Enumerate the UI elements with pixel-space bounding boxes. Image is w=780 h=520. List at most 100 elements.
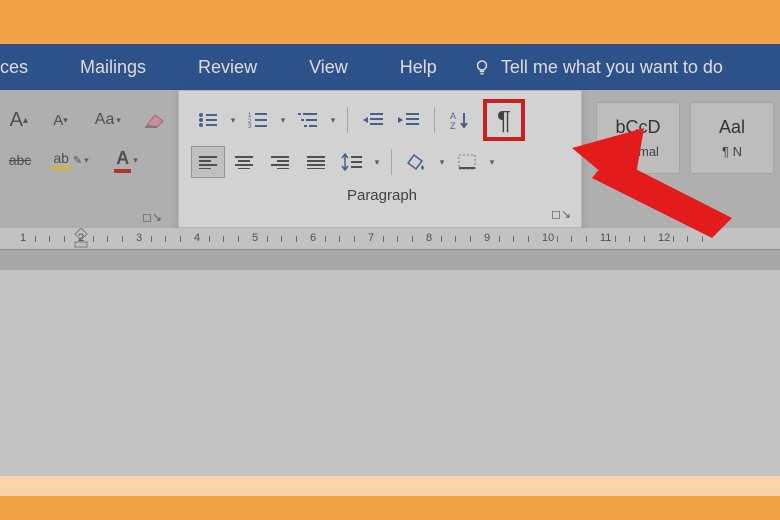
ruler-tick [49, 236, 50, 242]
borders-icon [458, 154, 476, 170]
line-spacing-dropdown[interactable]: ▾ [371, 157, 383, 168]
ribbon-tabs-bar: ces Mailings Review View Help Tell me wh… [0, 44, 780, 90]
justify-button[interactable] [299, 146, 333, 178]
paragraph-group-launcher[interactable]: ◻↘ [551, 207, 571, 221]
style-sample: Aal [719, 117, 745, 138]
numbering-button[interactable]: 123 [241, 104, 275, 136]
ruler-tick [223, 236, 224, 242]
line-spacing-icon [341, 153, 363, 171]
ruler-tick [687, 236, 688, 242]
ruler-number: 4 [194, 232, 200, 244]
multilevel-dropdown[interactable]: ▾ [327, 115, 339, 126]
ruler-tick [238, 236, 239, 242]
ruler-tick [281, 236, 282, 242]
decrease-indent-icon [362, 112, 384, 128]
ruler-tick [629, 236, 630, 242]
ruler-tick [325, 236, 326, 242]
ruler-tick [513, 236, 514, 242]
ruler-tick [455, 236, 456, 242]
highlight-button[interactable]: ab✎▾ [46, 144, 94, 176]
justify-icon [307, 155, 325, 169]
tell-me-search[interactable]: Tell me what you want to do [463, 57, 723, 78]
grow-font-button[interactable]: A▴ [2, 104, 36, 136]
separator [434, 107, 435, 133]
ruler-number: 6 [310, 232, 316, 244]
svg-text:A: A [450, 111, 456, 121]
style-sample: bCcD [615, 117, 660, 138]
ruler-number: 12 [658, 232, 670, 244]
font-group-launcher[interactable]: ◻↘ [0, 210, 172, 224]
shading-icon [406, 153, 428, 171]
align-left-button[interactable] [191, 146, 225, 178]
ruler-tick [296, 236, 297, 242]
lightbulb-icon [473, 58, 491, 76]
tab-help[interactable]: Help [374, 44, 463, 90]
ruler-tick [615, 236, 616, 242]
ruler-tick [557, 236, 558, 242]
sort-icon: AZ [449, 110, 471, 130]
tell-me-label: Tell me what you want to do [501, 57, 723, 78]
svg-text:Z: Z [450, 121, 456, 130]
align-left-icon [199, 155, 217, 169]
document-area[interactable] [0, 270, 780, 496]
style-name: ¶ N [722, 144, 742, 159]
align-center-button[interactable] [227, 146, 261, 178]
ruler-tick [64, 236, 65, 242]
ruler-tick [470, 236, 471, 242]
shrink-font-button[interactable]: A▾ [44, 104, 78, 136]
word-app-window: ces Mailings Review View Help Tell me wh… [0, 44, 780, 476]
ruler-tick [644, 236, 645, 242]
borders-dropdown[interactable]: ▾ [486, 157, 498, 168]
ruler-number: 10 [542, 232, 554, 244]
change-case-button[interactable]: Aa▾ [85, 104, 130, 136]
ruler-tick [673, 236, 674, 242]
shading-dropdown[interactable]: ▾ [436, 157, 448, 168]
tab-review[interactable]: Review [172, 44, 283, 90]
borders-button[interactable] [450, 146, 484, 178]
separator [347, 107, 348, 133]
ruler-tick [339, 236, 340, 242]
ruler-tick [180, 236, 181, 242]
tab-references-partial[interactable]: ces [0, 44, 54, 90]
shading-button[interactable] [400, 146, 434, 178]
ruler-number: 11 [600, 232, 611, 244]
pilcrow-icon: ¶ [497, 105, 511, 136]
ruler-tick [412, 236, 413, 242]
ruler-tick [267, 236, 268, 242]
sort-button[interactable]: AZ [443, 104, 477, 136]
ruler-tick [165, 236, 166, 242]
ruler-number: 8 [426, 232, 432, 244]
multilevel-icon [298, 112, 318, 128]
style-no-spacing[interactable]: Aal ¶ N [690, 102, 774, 174]
align-center-icon [235, 155, 253, 169]
ruler-tick [441, 236, 442, 242]
align-right-button[interactable] [263, 146, 297, 178]
tab-view[interactable]: View [283, 44, 374, 90]
strikethrough-button[interactable]: abc [2, 144, 38, 176]
paragraph-group: ▾ 123 ▾ ▾ AZ [178, 90, 582, 228]
svg-text:3: 3 [248, 124, 252, 128]
ruler-tick [93, 236, 94, 242]
bullets-icon [198, 112, 218, 128]
ruler-number: 1 [20, 232, 26, 244]
multilevel-list-button[interactable] [291, 104, 325, 136]
styles-group: bCcD Normal Aal ¶ N [582, 90, 780, 228]
increase-indent-button[interactable] [392, 104, 426, 136]
ruler-tick [571, 236, 572, 242]
clear-formatting-button[interactable] [138, 104, 172, 136]
show-hide-paragraph-marks-button[interactable]: ¶ [483, 99, 525, 141]
font-color-button[interactable]: A▾ [102, 144, 150, 176]
tab-mailings[interactable]: Mailings [54, 44, 172, 90]
font-group: A▴ A▾ Aa▾ abc ab✎▾ A▾ ◻↘ [0, 90, 178, 228]
ruler-number: 9 [484, 232, 490, 244]
style-name: Normal [617, 144, 659, 159]
horizontal-ruler[interactable]: 123456789101112 [0, 228, 780, 250]
ruler-tick [122, 236, 123, 242]
decrease-indent-button[interactable] [356, 104, 390, 136]
bullets-dropdown[interactable]: ▾ [227, 115, 239, 126]
line-spacing-button[interactable] [335, 146, 369, 178]
bullets-button[interactable] [191, 104, 225, 136]
ruler-tick [383, 236, 384, 242]
numbering-dropdown[interactable]: ▾ [277, 115, 289, 126]
style-normal[interactable]: bCcD Normal [596, 102, 680, 174]
